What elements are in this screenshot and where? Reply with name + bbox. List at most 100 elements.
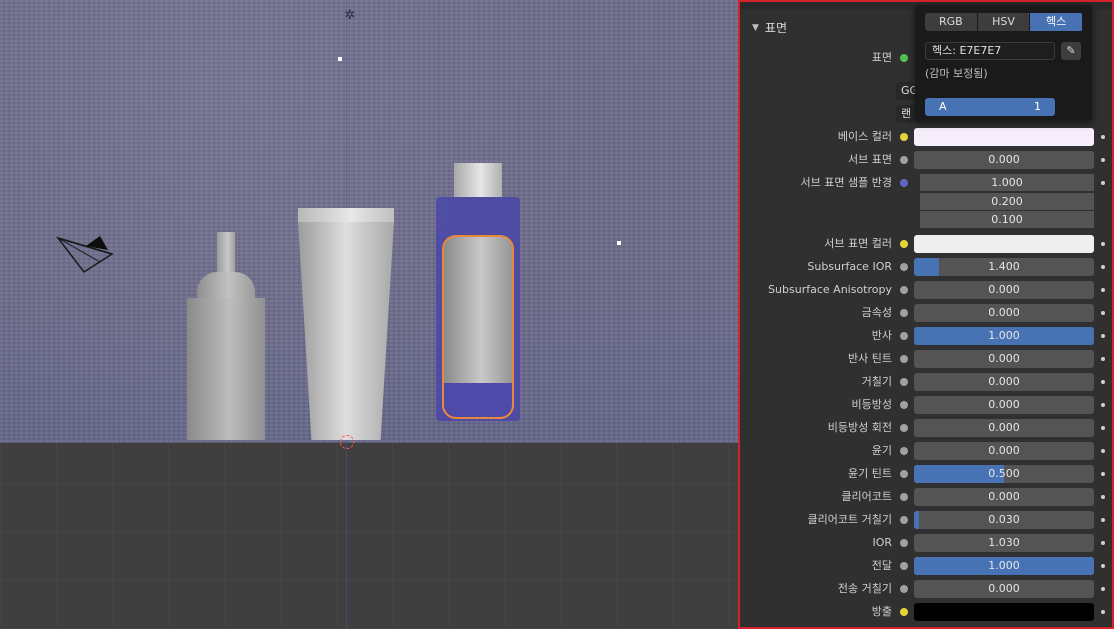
property-label: 서브 표면 [848,153,892,166]
property-row: 클리어코트 거칠기 0.030 [740,511,1112,529]
socket-icon[interactable] [900,401,908,409]
value-slider[interactable]: 1.000 [914,557,1094,575]
slider-value: 0.000 [988,283,1020,296]
property-row: 방출 [740,603,1112,621]
keyframe-dot-icon[interactable] [1101,472,1105,476]
keyframe-dot-icon[interactable] [1101,265,1105,269]
keyframe-dot-icon[interactable] [1101,541,1105,545]
keyframe-dot-icon[interactable] [1101,426,1105,430]
property-label: 비등방성 회전 [827,421,892,434]
socket-icon[interactable] [900,156,908,164]
value-slider[interactable]: 0.000 [914,281,1094,299]
value-slider[interactable]: 0.000 [914,151,1094,169]
property-row: 베이스 컬러 [740,128,1112,146]
socket-icon[interactable] [900,309,908,317]
socket-icon[interactable] [900,493,908,501]
socket-icon[interactable] [900,585,908,593]
keyframe-dot-icon[interactable] [1101,158,1105,162]
camera-icon[interactable] [56,232,116,276]
value-slider[interactable]: 0.000 [914,580,1094,598]
alpha-slider[interactable]: A 1 [925,98,1055,116]
property-label: 전달 [871,559,892,572]
property-label: 윤기 [871,444,892,457]
color-swatch[interactable] [914,603,1094,621]
keyframe-dot-icon[interactable] [1101,518,1105,522]
socket-icon[interactable] [900,562,908,570]
keyframe-dot-icon[interactable] [1101,311,1105,315]
socket-icon[interactable] [900,608,908,616]
property-row: 반사 틴트 0.000 [740,350,1112,368]
tab-rgb[interactable]: RGB [925,13,978,31]
hex-input[interactable]: 헥스: E7E7E7 [925,42,1055,60]
socket-icon[interactable] [900,263,908,271]
socket-icon[interactable] [900,470,908,478]
tab-hex[interactable]: 헥스 [1030,13,1083,31]
value-slider[interactable]: 0.000 [914,396,1094,414]
keyframe-dot-icon[interactable] [1101,181,1105,185]
value-slider[interactable]: 0.000 [914,373,1094,391]
keyframe-dot-icon[interactable] [1101,135,1105,139]
socket-icon[interactable] [900,332,908,340]
value-slider[interactable]: 1.030 [914,534,1094,552]
keyframe-dot-icon[interactable] [1101,403,1105,407]
value-slider[interactable]: 0.000 [914,419,1094,437]
keyframe-dot-icon[interactable] [1101,242,1105,246]
tube-object[interactable] [298,208,394,440]
alpha-label: A [939,100,947,113]
vector-component-field[interactable]: 0.200 [920,192,1094,210]
value-slider[interactable]: 0.000 [914,442,1094,460]
color-picker-popup: RGB HSV 헥스 헥스: E7E7E7 ✎ (감마 보정됨) A 1 [915,5,1092,121]
slider-value: 0.000 [988,398,1020,411]
3d-viewport[interactable]: ✲ [0,0,738,629]
section-title: 표면 [764,21,788,35]
color-swatch[interactable] [914,128,1094,146]
value-slider[interactable]: 1.000 [914,327,1094,345]
keyframe-dot-icon[interactable] [1101,449,1105,453]
property-row: Subsurface IOR 1.400 [740,258,1112,276]
property-label: 거칠기 [861,375,892,388]
selected-bottle-object[interactable] [436,163,520,421]
value-slider[interactable]: 0.500 [914,465,1094,483]
color-swatch[interactable] [914,235,1094,253]
property-row: 서브 표면 컬러 [740,235,1112,253]
value-slider[interactable]: 1.400 [914,258,1094,276]
socket-icon[interactable] [900,516,908,524]
value-slider[interactable]: 0.000 [914,350,1094,368]
slider-value: 0.000 [988,444,1020,457]
vector-component-field[interactable]: 1.000 [920,174,1094,191]
socket-icon[interactable] [900,355,908,363]
socket-icon[interactable] [900,240,908,248]
keyframe-dot-icon[interactable] [1101,380,1105,384]
socket-icon[interactable] [900,378,908,386]
socket-icon[interactable] [900,424,908,432]
slider-value: 0.000 [988,490,1020,503]
keyframe-dot-icon[interactable] [1101,357,1105,361]
value-slider[interactable]: 0.000 [914,488,1094,506]
property-label: 반사 틴트 [848,352,892,365]
socket-icon[interactable] [900,447,908,455]
color-mode-tabs: RGB HSV 헥스 [925,13,1083,31]
keyframe-dot-icon[interactable] [1101,610,1105,614]
value-slider[interactable]: 0.000 [914,304,1094,322]
tab-hsv[interactable]: HSV [977,13,1031,31]
socket-icon[interactable] [900,286,908,294]
eyedropper-icon[interactable]: ✎ [1061,42,1081,60]
sun-light-icon[interactable]: ✲ [343,9,357,23]
keyframe-dot-icon[interactable] [1101,587,1105,591]
socket-icon[interactable] [900,179,908,187]
property-label: 반사 [871,329,892,342]
keyframe-dot-icon[interactable] [1101,495,1105,499]
socket-icon[interactable] [900,539,908,547]
vector-component-value: 0.100 [991,213,1023,226]
section-header-surface[interactable]: ▼ 표면 [752,19,787,36]
property-label: Subsurface Anisotropy [768,283,892,296]
value-slider[interactable]: 0.030 [914,511,1094,529]
keyframe-dot-icon[interactable] [1101,334,1105,338]
dropper-bottle-object[interactable] [183,232,269,440]
property-row: 거칠기 0.000 [740,373,1112,391]
keyframe-dot-icon[interactable] [1101,564,1105,568]
keyframe-dot-icon[interactable] [1101,288,1105,292]
socket-icon [900,54,908,62]
vector-component-field[interactable]: 0.100 [920,211,1094,228]
socket-icon[interactable] [900,133,908,141]
